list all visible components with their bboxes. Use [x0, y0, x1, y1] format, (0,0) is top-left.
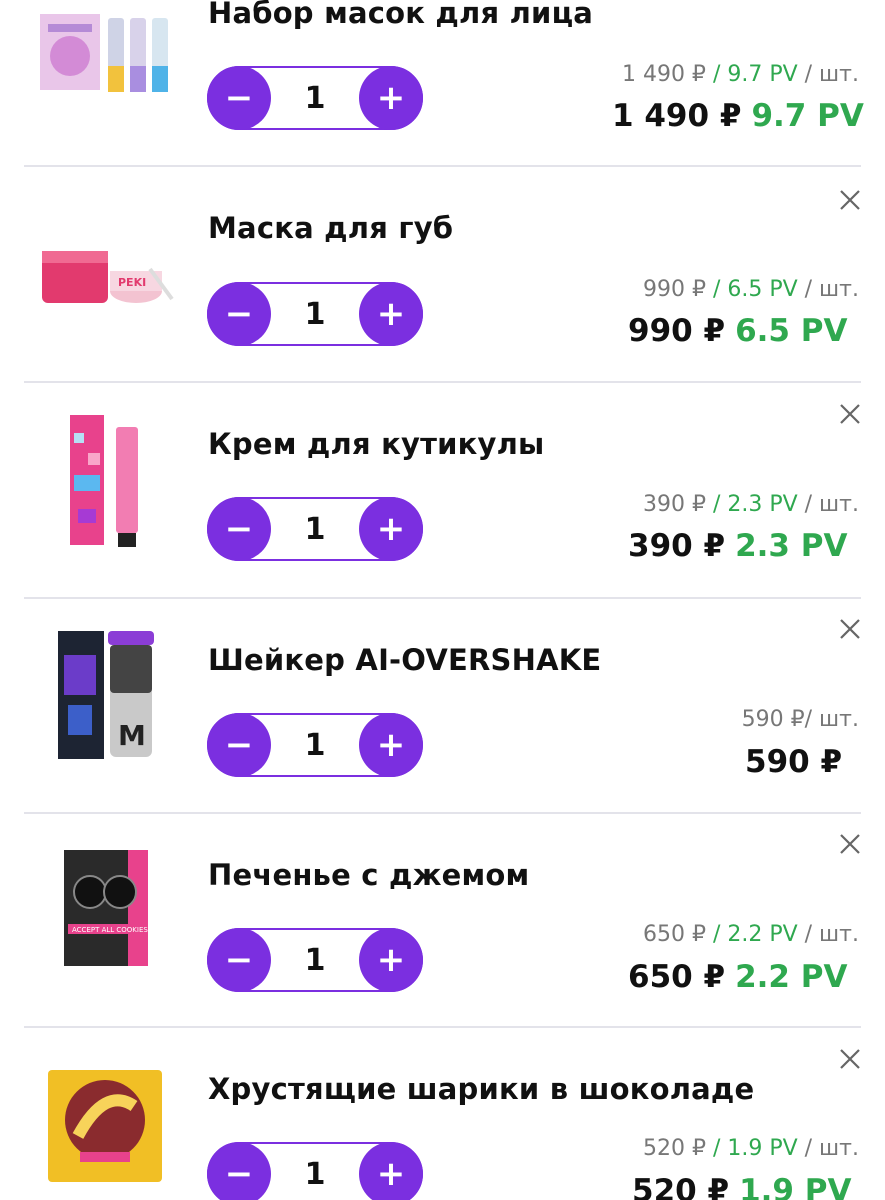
product-image-cuticle-cream[interactable]	[38, 413, 178, 553]
quantity-value[interactable]: 1	[273, 715, 357, 775]
total-price-line: 390 ₽2.3 PV	[628, 528, 848, 564]
increase-quantity-button[interactable]: +	[359, 497, 423, 561]
increase-quantity-button[interactable]: +	[359, 1142, 423, 1200]
unit-price: 650 ₽	[642, 922, 706, 947]
product-image-cookies[interactable]: ACCEPT ALL COOKIES	[38, 840, 178, 980]
per-unit-label: / шт.	[804, 922, 859, 947]
remove-item-button[interactable]	[837, 831, 863, 857]
cart-item: Хрустящие шарики в шоколаде − 1 + 520 ₽ …	[0, 1028, 885, 1200]
unit-price-line: 650 ₽ / 2.2 PV / шт.	[643, 922, 859, 947]
close-icon	[840, 190, 860, 210]
unit-price-line: 590 ₽/ шт.	[742, 707, 859, 732]
quantity-stepper: − 1 +	[207, 713, 423, 777]
unit-price: 1 490 ₽	[621, 62, 706, 87]
close-icon	[840, 834, 860, 854]
remove-item-button[interactable]	[837, 616, 863, 642]
product-title[interactable]: Набор масок для лица	[208, 0, 593, 30]
total-price: 520 ₽	[632, 1173, 730, 1200]
product-image-chocolate-balls[interactable]	[38, 1066, 178, 1200]
unit-pv: / 9.7 PV	[712, 62, 798, 87]
total-price: 590 ₽	[745, 744, 843, 780]
decrease-quantity-button[interactable]: −	[207, 713, 271, 777]
total-price: 1 490 ₽	[612, 98, 742, 134]
total-price-line: 520 ₽ 1.9 PV	[632, 1173, 852, 1200]
remove-item-button[interactable]	[837, 1046, 863, 1072]
remove-item-button[interactable]	[837, 187, 863, 213]
cart-item: Крем для кутикулы − 1 + 390 ₽ / 2.3 PV /…	[0, 383, 885, 598]
quantity-stepper: − 1 +	[207, 928, 423, 992]
unit-pv: / 1.9 PV	[712, 1136, 798, 1161]
increase-quantity-button[interactable]: +	[359, 282, 423, 346]
total-pv: 1.9 PV	[739, 1173, 852, 1200]
svg-text:ACCEPT ALL COOKIES: ACCEPT ALL COOKIES	[72, 926, 148, 934]
total-pv: 2.2 PV	[735, 959, 848, 995]
unit-pv: / 2.2 PV	[712, 922, 798, 947]
product-title[interactable]: Печенье с джемом	[208, 858, 529, 892]
unit-price-line: 520 ₽ / 1.9 PV / шт.	[643, 1136, 859, 1161]
total-pv: 9.7 PV	[751, 98, 864, 134]
per-unit-label: / шт.	[804, 62, 859, 87]
quantity-value[interactable]: 1	[273, 1144, 357, 1200]
total-price-line: 990 ₽6.5 PV	[628, 313, 848, 349]
remove-item-button[interactable]	[837, 401, 863, 427]
unit-price-line: 390 ₽ / 2.3 PV / шт.	[643, 492, 859, 517]
product-image-shaker[interactable]: M	[38, 625, 178, 765]
unit-price: 990 ₽	[642, 277, 706, 302]
quantity-value[interactable]: 1	[273, 930, 357, 990]
total-price-line: 1 490 ₽9.7 PV	[612, 98, 864, 134]
product-title[interactable]: Крем для кутикулы	[208, 427, 544, 461]
per-unit-label: / шт.	[804, 277, 859, 302]
product-title[interactable]: Хрустящие шарики в шоколаде	[208, 1072, 754, 1106]
product-image-lip-mask[interactable]: PEKI	[38, 207, 178, 347]
unit-price-line: 1 490 ₽ / 9.7 PV / шт.	[622, 62, 859, 87]
close-icon	[840, 1049, 860, 1069]
per-unit-label: / шт.	[804, 492, 859, 517]
cart-item: M Шейкер AI-OVERSHAKE − 1 + 590 ₽/ шт. 5…	[0, 599, 885, 814]
total-price: 650 ₽	[628, 959, 726, 995]
quantity-value[interactable]: 1	[273, 68, 357, 128]
total-pv: 6.5 PV	[735, 313, 848, 349]
quantity-stepper: − 1 +	[207, 1142, 423, 1200]
decrease-quantity-button[interactable]: −	[207, 497, 271, 561]
decrease-quantity-button[interactable]: −	[207, 282, 271, 346]
quantity-stepper: − 1 +	[207, 66, 423, 130]
svg-text:M: M	[118, 719, 146, 752]
svg-text:PEKI: PEKI	[118, 276, 146, 289]
cart-item: Набор масок для лица − 1 + 1 490 ₽ / 9.7…	[0, 0, 885, 173]
unit-price: 390 ₽	[642, 492, 706, 517]
unit-price: 520 ₽	[642, 1136, 706, 1161]
per-unit-label: / шт.	[804, 1136, 859, 1161]
per-unit-label: / шт.	[804, 707, 859, 732]
cart-item: PEKI Маска для губ − 1 + 990 ₽ / 6.5 PV …	[0, 167, 885, 382]
quantity-value[interactable]: 1	[273, 499, 357, 559]
close-icon	[840, 619, 860, 639]
quantity-stepper: − 1 +	[207, 282, 423, 346]
unit-pv: / 2.3 PV	[712, 492, 798, 517]
increase-quantity-button[interactable]: +	[359, 66, 423, 130]
quantity-value[interactable]: 1	[273, 284, 357, 344]
decrease-quantity-button[interactable]: −	[207, 66, 271, 130]
total-price: 390 ₽	[628, 528, 726, 564]
quantity-stepper: − 1 +	[207, 497, 423, 561]
total-price-line: 650 ₽2.2 PV	[628, 959, 848, 995]
total-price: 990 ₽	[628, 313, 726, 349]
product-image-face-masks[interactable]	[38, 8, 178, 148]
increase-quantity-button[interactable]: +	[359, 928, 423, 992]
unit-pv: / 6.5 PV	[712, 277, 798, 302]
unit-price-line: 990 ₽ / 6.5 PV / шт.	[643, 277, 859, 302]
close-icon	[840, 404, 860, 424]
decrease-quantity-button[interactable]: −	[207, 1142, 271, 1200]
product-title[interactable]: Шейкер AI-OVERSHAKE	[208, 643, 601, 677]
cart-item: ACCEPT ALL COOKIES Печенье с джемом − 1 …	[0, 814, 885, 1029]
total-price-line: 590 ₽	[745, 744, 842, 780]
decrease-quantity-button[interactable]: −	[207, 928, 271, 992]
unit-price: 590 ₽	[741, 707, 805, 732]
product-title[interactable]: Маска для губ	[208, 211, 453, 245]
increase-quantity-button[interactable]: +	[359, 713, 423, 777]
total-pv: 2.3 PV	[735, 528, 848, 564]
